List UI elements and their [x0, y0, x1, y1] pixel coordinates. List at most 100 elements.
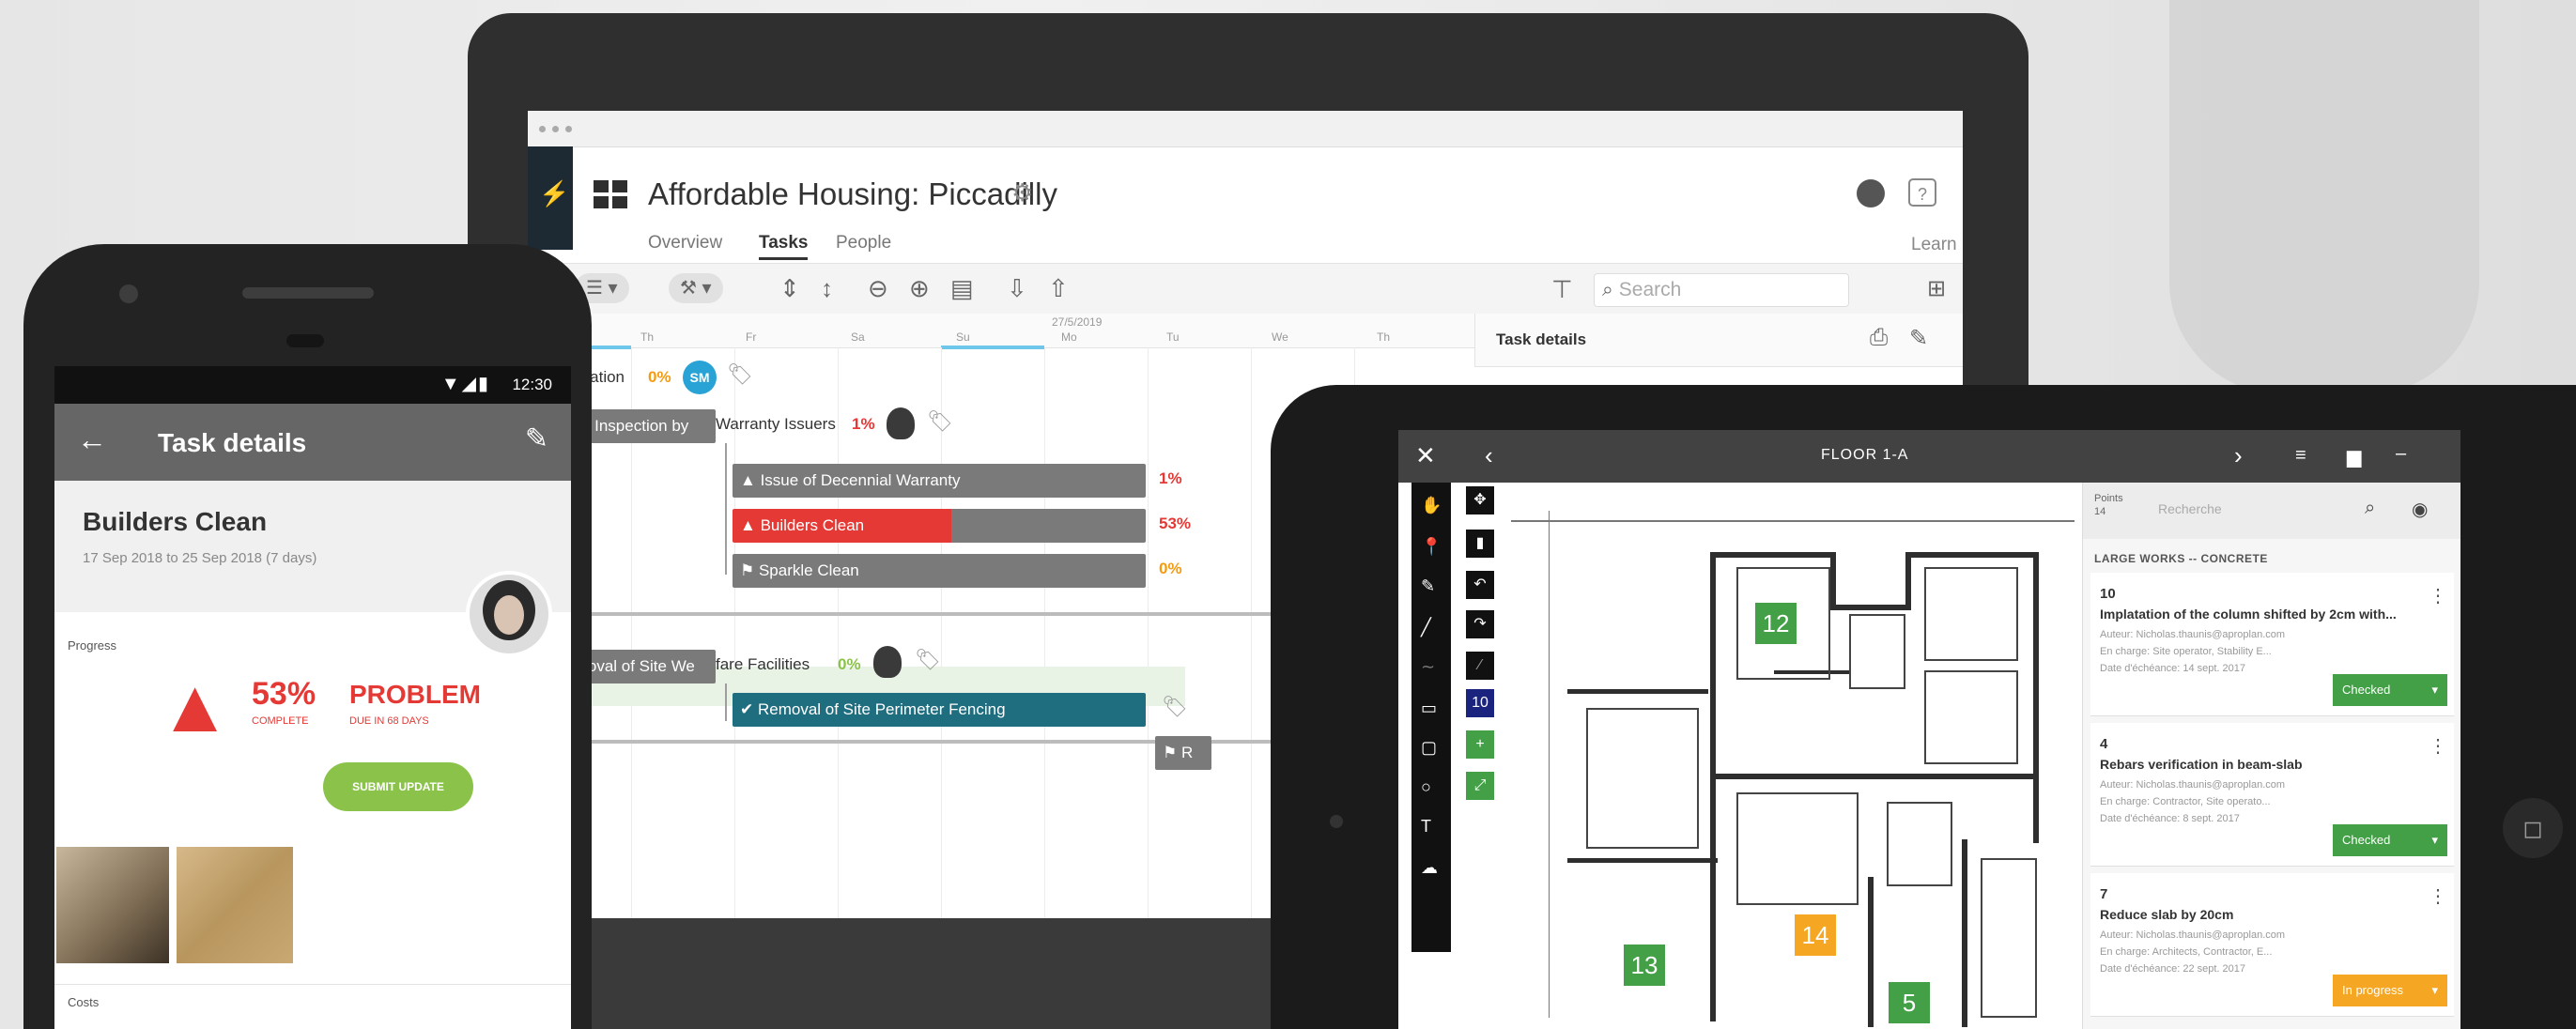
task-warranty[interactable]: Warranty Issuers: [716, 415, 836, 434]
rounded-rect-icon[interactable]: ▢: [1421, 738, 1437, 758]
expand-icon[interactable]: ⇕: [779, 273, 800, 303]
zoom-out-icon[interactable]: ⊖: [868, 273, 888, 303]
text-icon[interactable]: T: [1421, 817, 1431, 837]
point-card[interactable]: 4 ⋮ Rebars verification in beam-slab Aut…: [2090, 723, 2454, 867]
tab-people[interactable]: People: [836, 233, 891, 253]
plan-pin[interactable]: 5: [1889, 982, 1930, 1023]
progress-percent: 53%: [252, 676, 316, 712]
assignee-avatar[interactable]: [887, 407, 915, 439]
progress-complete-label: COMPLETE: [252, 715, 309, 727]
zoom-fit-icon[interactable]: ⤢: [1466, 772, 1494, 800]
timeline-day: Sa: [851, 330, 865, 344]
point-author: Auteur: Nicholas.thaunis@aproplan.com: [2100, 779, 2286, 791]
filter-icon[interactable]: ⊤: [1551, 275, 1573, 304]
tag-icon[interactable]: 🏷: [1162, 695, 1188, 719]
edit-icon[interactable]: ✎: [525, 422, 548, 455]
pin-icon[interactable]: 📍: [1421, 537, 1442, 557]
assignee-chip[interactable]: SM: [683, 361, 717, 394]
plan-pin[interactable]: 12: [1755, 603, 1797, 644]
download-icon[interactable]: ⇩: [1007, 273, 1027, 303]
close-icon[interactable]: ✕: [1415, 441, 1436, 470]
drawing-toolbar: ✋ 📍 ✎ ╱ ∼ ▭ ▢ ○ T ☁: [1411, 483, 1451, 952]
point-author: Auteur: Nicholas.thaunis@aproplan.com: [2100, 629, 2286, 640]
filter-icon[interactable]: ◉: [2412, 498, 2428, 521]
tag-icon[interactable]: 🏷: [727, 362, 753, 387]
zoom-in-icon[interactable]: ⊕: [909, 273, 930, 303]
back-arrow-icon[interactable]: ←: [77, 422, 107, 457]
list-icon[interactable]: ≡: [2295, 445, 2306, 467]
assignee-avatar[interactable]: [466, 571, 552, 657]
task-bar-builders-clean[interactable]: ▲ Builders Clean: [733, 509, 1146, 543]
submit-update-button[interactable]: SUBMIT UPDATE: [323, 762, 473, 811]
chevron-right-icon[interactable]: ›: [2234, 441, 2243, 470]
folder-icon[interactable]: ▆: [2347, 445, 2361, 468]
point-card[interactable]: 7 ⋮ Reduce slab by 20cm Auteur: Nicholas…: [2090, 873, 2454, 1017]
chevron-left-icon[interactable]: ‹: [1485, 441, 1493, 470]
tablet-home-button[interactable]: ◻: [2503, 798, 2563, 858]
tab-overview[interactable]: Overview: [648, 233, 722, 253]
floor-plan[interactable]: 12 14 13 5: [1511, 483, 2080, 1029]
cloud-icon[interactable]: ☁: [1421, 858, 1438, 878]
print-icon[interactable]: ⎙: [1870, 325, 1888, 351]
point-number: 4: [2100, 736, 2108, 752]
photo-thumbnail[interactable]: [177, 847, 293, 963]
more-vert-icon[interactable]: ⋮: [2429, 884, 2447, 908]
point-card[interactable]: 10 ⋮ Implatation of the column shifted b…: [2090, 573, 2454, 716]
status-dropdown[interactable]: Checked ▾: [2333, 824, 2447, 856]
tag-icon[interactable]: 🏷: [915, 648, 941, 672]
assignee-avatar[interactable]: [873, 646, 902, 678]
floor-title: FLOOR 1-A: [1821, 447, 1909, 463]
plan-pin[interactable]: 13: [1624, 945, 1665, 986]
upload-icon[interactable]: ⇧: [1048, 273, 1069, 303]
photo-thumbnail[interactable]: [56, 847, 169, 963]
link-icon[interactable]: ∕: [1466, 652, 1494, 680]
user-avatar[interactable]: [1857, 179, 1885, 207]
points-search-input[interactable]: Recherche: [2158, 501, 2222, 516]
plan-pin[interactable]: 14: [1795, 914, 1836, 956]
status-dropdown[interactable]: Checked ▾: [2333, 674, 2447, 706]
pulse-icon[interactable]: ⚡: [539, 179, 569, 208]
fit-screen-icon[interactable]: ▤: [950, 273, 974, 303]
more-vert-icon[interactable]: ⋮: [2429, 734, 2447, 758]
gear-icon[interactable]: ⚙: [1011, 178, 1033, 207]
hand-icon[interactable]: ✋: [1421, 496, 1442, 515]
search-input[interactable]: ⌕ Search: [1594, 273, 1849, 307]
task-welfare[interactable]: fare Facilities: [716, 655, 810, 674]
task-pct: 53%: [1159, 514, 1192, 532]
brush-icon[interactable]: ∼: [1421, 657, 1435, 677]
undo-icon[interactable]: ↶: [1466, 571, 1494, 599]
pen-icon[interactable]: ✎: [1421, 576, 1435, 596]
trash-icon[interactable]: ▮: [1466, 530, 1494, 558]
tablet-screen: ✕ ‹ FLOOR 1-A › ≡ ▆ – ✋ 📍 ✎ ╱ ∼ ▭ ▢ ○ T …: [1398, 430, 2460, 1029]
task-bar-cut[interactable]: ⚑ R: [1155, 736, 1211, 770]
tab-tasks[interactable]: Tasks: [759, 233, 809, 260]
gantt-toolbar: ☰ ▾ ⚒ ▾ ⇕ ↕ ⊖ ⊕ ▤ ⇩ ⇧ ⊤ ⌕ Search ⊞: [528, 263, 1963, 315]
zoom-in-icon[interactable]: +: [1466, 730, 1494, 759]
status-dropdown[interactable]: In progress ▾: [2333, 975, 2447, 1006]
more-icon[interactable]: –: [2396, 443, 2406, 465]
edit-icon[interactable]: ✎: [1909, 325, 1928, 352]
task-bar-fencing[interactable]: ✔ Removal of Site Perimeter Fencing: [733, 693, 1146, 727]
collapse-icon[interactable]: ↕: [821, 273, 833, 303]
tools-dropdown[interactable]: ⚒ ▾: [669, 273, 723, 303]
help-icon[interactable]: ?: [1908, 178, 1936, 207]
task-bar-decennial[interactable]: ▲ Issue of Decennial Warranty: [733, 464, 1146, 498]
rectangle-icon[interactable]: ▭: [1421, 699, 1437, 718]
plan-top-bar: ✕ ‹ FLOOR 1-A › ≡ ▆ –: [1398, 430, 2460, 483]
side-panel-icon[interactable]: ⊞: [1927, 275, 1946, 302]
learn-link[interactable]: Learn: [1911, 235, 1957, 255]
move-icon[interactable]: ✥: [1466, 486, 1494, 514]
layer-number[interactable]: 10: [1466, 689, 1494, 717]
task-bar-sparkle-clean[interactable]: ⚑ Sparkle Clean: [733, 554, 1146, 588]
browser-reload-icon[interactable]: [565, 126, 572, 132]
line-icon[interactable]: ╱: [1421, 618, 1431, 637]
point-author: Auteur: Nicholas.thaunis@aproplan.com: [2100, 929, 2286, 941]
browser-back-icon[interactable]: [539, 126, 546, 132]
redo-icon[interactable]: ↷: [1466, 610, 1494, 638]
browser-forward-icon[interactable]: [552, 126, 559, 132]
circle-icon[interactable]: ○: [1421, 777, 1431, 797]
tag-icon[interactable]: 🏷: [927, 409, 953, 434]
tablet-camera: [1330, 815, 1343, 828]
more-vert-icon[interactable]: ⋮: [2429, 584, 2447, 607]
search-icon[interactable]: ⌕: [2365, 498, 2375, 519]
